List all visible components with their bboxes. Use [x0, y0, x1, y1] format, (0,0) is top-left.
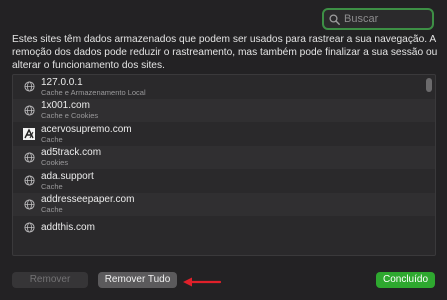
site-name: 127.0.0.1 — [41, 76, 83, 88]
search-icon — [329, 12, 340, 26]
list-item[interactable]: 127.0.0.1 Cache e Armazenamento Local — [13, 75, 435, 99]
site-data-type: Cookies — [41, 158, 69, 168]
list-item[interactable]: addthis.com — [13, 216, 435, 240]
site-name: acervosupremo.com — [41, 123, 132, 135]
site-name: ada.support — [41, 170, 94, 182]
done-button[interactable]: Concluído — [376, 272, 435, 288]
remove-button[interactable]: Remover — [12, 272, 88, 288]
list-item[interactable]: addresseepaper.com Cache — [13, 192, 435, 216]
globe-icon — [23, 81, 35, 93]
globe-icon — [23, 198, 35, 210]
globe-icon — [23, 175, 35, 187]
globe-icon — [23, 222, 35, 234]
site-name: addthis.com — [41, 222, 95, 234]
site-name: addresseepaper.com — [41, 194, 135, 206]
list-item[interactable]: acervosupremo.com Cache — [13, 122, 435, 146]
list-item[interactable]: ada.support Cache — [13, 169, 435, 193]
list-item[interactable]: 1x001.com Cache e Cookies — [13, 98, 435, 122]
remove-all-button[interactable]: Remover Tudo — [98, 272, 177, 288]
site-name: 1x001.com — [41, 100, 90, 112]
site-data-type: Cache e Armazenamento Local — [41, 87, 146, 97]
annotation-arrow-icon — [183, 277, 222, 287]
site-data-type: Cache — [41, 134, 63, 144]
globe-icon — [23, 104, 35, 116]
search-field[interactable] — [322, 8, 434, 30]
site-favicon-icon — [23, 127, 35, 140]
description-text: Estes sites têm dados armazenados que po… — [12, 34, 438, 72]
site-data-type: Cache e Cookies — [41, 111, 99, 121]
site-data-type: Cache — [41, 181, 63, 191]
site-data-type: Cache — [41, 205, 63, 215]
website-data-list[interactable]: 127.0.0.1 Cache e Armazenamento Local 1x… — [12, 74, 436, 256]
search-input[interactable] — [342, 11, 432, 27]
globe-icon — [23, 151, 35, 163]
list-scrollbar[interactable] — [426, 78, 432, 92]
site-name: ad5track.com — [41, 147, 102, 159]
list-item[interactable]: ad5track.com Cookies — [13, 145, 435, 169]
